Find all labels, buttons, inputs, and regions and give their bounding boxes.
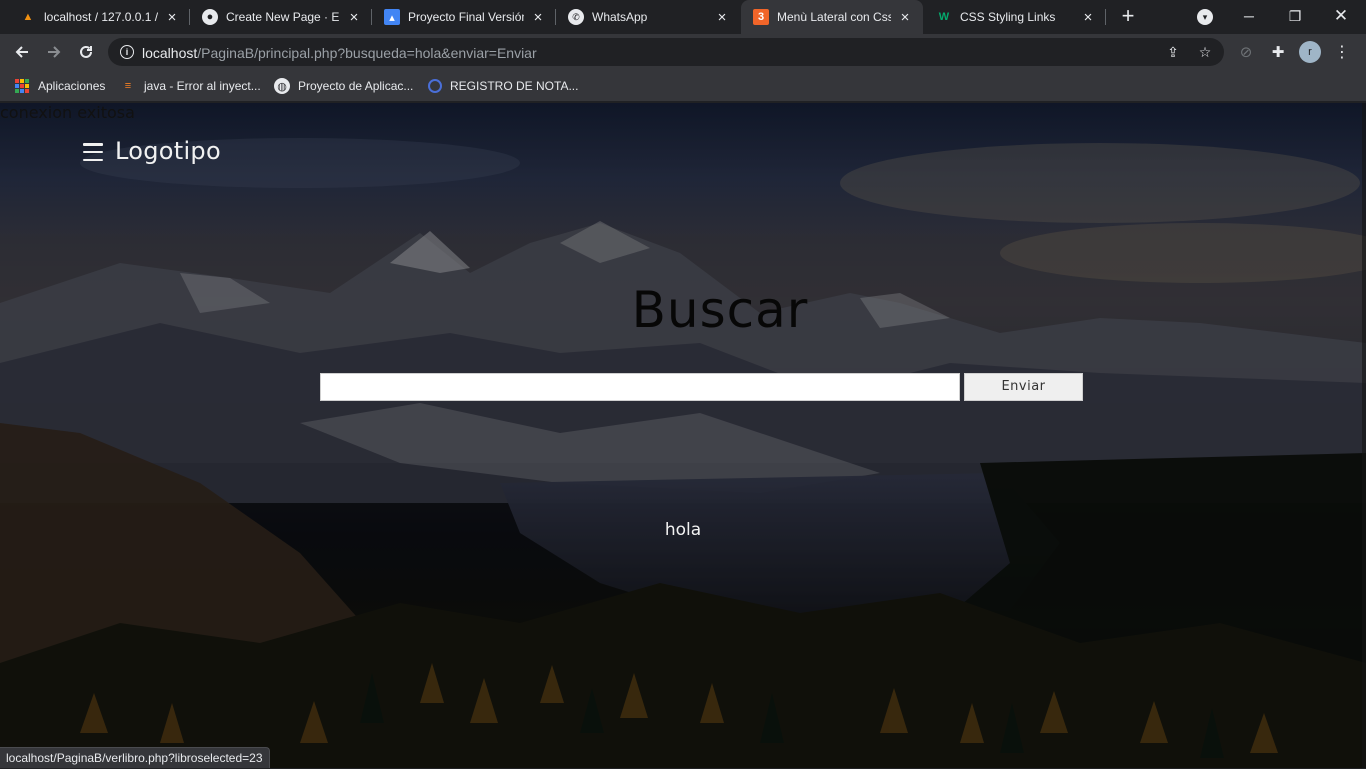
tab-title: CSS Styling Links xyxy=(960,10,1056,24)
tab-menu-lateral[interactable]: 3 Menù Lateral con Css × xyxy=(741,0,923,34)
close-icon[interactable]: × xyxy=(897,9,913,26)
stackoverflow-icon: ≡ xyxy=(124,80,132,92)
close-icon[interactable]: × xyxy=(714,9,730,26)
submit-button[interactable]: Enviar xyxy=(964,373,1083,401)
site-info-icon[interactable]: i xyxy=(120,45,134,59)
tab-strip: ▲ localhost / 127.0.0.1 / l × ● Create N… xyxy=(0,0,1366,34)
bookmarks-bar: Aplicaciones ≡ java - Error al inyect...… xyxy=(0,70,1366,102)
scrollbar[interactable] xyxy=(1362,103,1366,768)
close-window-button[interactable]: ✕ xyxy=(1318,0,1364,32)
tab-search-icon[interactable]: ▾ xyxy=(1197,9,1213,25)
mountain-background-image xyxy=(0,103,1366,768)
search-result-link[interactable]: hola xyxy=(0,520,1366,540)
logo[interactable]: Logotipo xyxy=(115,137,221,165)
github-icon: ● xyxy=(202,9,218,25)
address-bar[interactable]: i localhost/PaginaB/principal.php?busque… xyxy=(108,38,1224,66)
tab-title: Create New Page · Ele xyxy=(226,10,340,24)
tab-w3schools[interactable]: W CSS Styling Links × xyxy=(924,0,1106,34)
new-tab-button[interactable]: + xyxy=(1116,5,1140,29)
apps-grid-icon xyxy=(14,78,30,94)
arrow-left-icon xyxy=(15,46,28,58)
globe-icon: ◍ xyxy=(274,78,290,94)
close-icon[interactable]: × xyxy=(164,9,180,26)
close-icon[interactable]: × xyxy=(346,9,362,26)
tab-title: WhatsApp xyxy=(592,10,648,24)
tab-phpmyadmin[interactable]: ▲ localhost / 127.0.0.1 / l × xyxy=(8,0,190,34)
close-icon[interactable]: × xyxy=(1080,9,1096,26)
classroom-icon: ▴ xyxy=(384,9,400,25)
tab-github[interactable]: ● Create New Page · Ele × xyxy=(190,0,372,34)
address-path: /PaginaB/principal.php?busqueda=hola&env… xyxy=(197,45,537,61)
minimize-button[interactable]: ─ xyxy=(1226,0,1272,32)
extensions-puzzle-icon[interactable]: ✚ xyxy=(1268,42,1288,62)
connection-message: conexion exitosa xyxy=(0,103,135,122)
close-icon[interactable]: × xyxy=(530,9,546,26)
tab-classroom[interactable]: ▴ Proyecto Final Versión × xyxy=(372,0,556,34)
tab-title: Menù Lateral con Css xyxy=(777,10,891,24)
search-title: Buscar xyxy=(631,281,809,339)
extension-disabled-icon[interactable]: ⊘ xyxy=(1236,42,1256,62)
w3schools-icon: W xyxy=(938,11,950,23)
bookmark-label: Aplicaciones xyxy=(38,79,106,93)
share-icon[interactable]: ⇪ xyxy=(1164,43,1182,61)
address-host: localhost xyxy=(142,45,198,61)
tab-separator xyxy=(1105,9,1106,25)
tab-title: Proyecto Final Versión xyxy=(408,10,524,24)
page-viewport: conexion exitosa Logotipo Buscar Enviar … xyxy=(0,103,1366,768)
search-input[interactable] xyxy=(320,373,960,401)
forward-button[interactable] xyxy=(40,38,68,66)
bookmark-proyecto-aplicacion[interactable]: ◍ Proyecto de Aplicac... xyxy=(274,76,413,96)
star-icon[interactable]: ☆ xyxy=(1196,43,1214,61)
arrow-right-icon xyxy=(48,46,61,58)
reload-button[interactable] xyxy=(72,38,100,66)
status-bar-url: localhost/PaginaB/verlibro.php?librosele… xyxy=(0,747,270,768)
profile-avatar[interactable]: r xyxy=(1299,41,1321,63)
whatsapp-icon: ✆ xyxy=(568,9,584,25)
address-url: localhost/PaginaB/principal.php?busqueda… xyxy=(142,45,537,61)
hamburger-menu-icon[interactable] xyxy=(82,141,104,163)
css3-icon: 3 xyxy=(753,9,769,25)
bookmark-label: REGISTRO DE NOTA... xyxy=(450,79,579,93)
phpmyadmin-icon: ▲ xyxy=(22,11,34,23)
bookmark-aplicaciones[interactable]: Aplicaciones xyxy=(14,76,105,96)
browser-toolbar: i localhost/PaginaB/principal.php?busque… xyxy=(0,34,1366,70)
restore-button[interactable]: ❐ xyxy=(1272,0,1318,32)
back-button[interactable] xyxy=(8,38,36,66)
tab-whatsapp[interactable]: ✆ WhatsApp × xyxy=(556,0,740,34)
bookmark-label: Proyecto de Aplicac... xyxy=(298,79,414,93)
site-icon xyxy=(428,79,442,93)
bookmark-java-error[interactable]: ≡ java - Error al inyect... xyxy=(120,76,261,96)
bookmark-registro-notas[interactable]: REGISTRO DE NOTA... xyxy=(428,76,578,96)
tab-title: localhost / 127.0.0.1 / l xyxy=(44,10,158,24)
menu-kebab-icon[interactable]: ⋮ xyxy=(1332,42,1352,62)
bookmark-label: java - Error al inyect... xyxy=(144,79,261,93)
reload-icon xyxy=(80,45,92,58)
